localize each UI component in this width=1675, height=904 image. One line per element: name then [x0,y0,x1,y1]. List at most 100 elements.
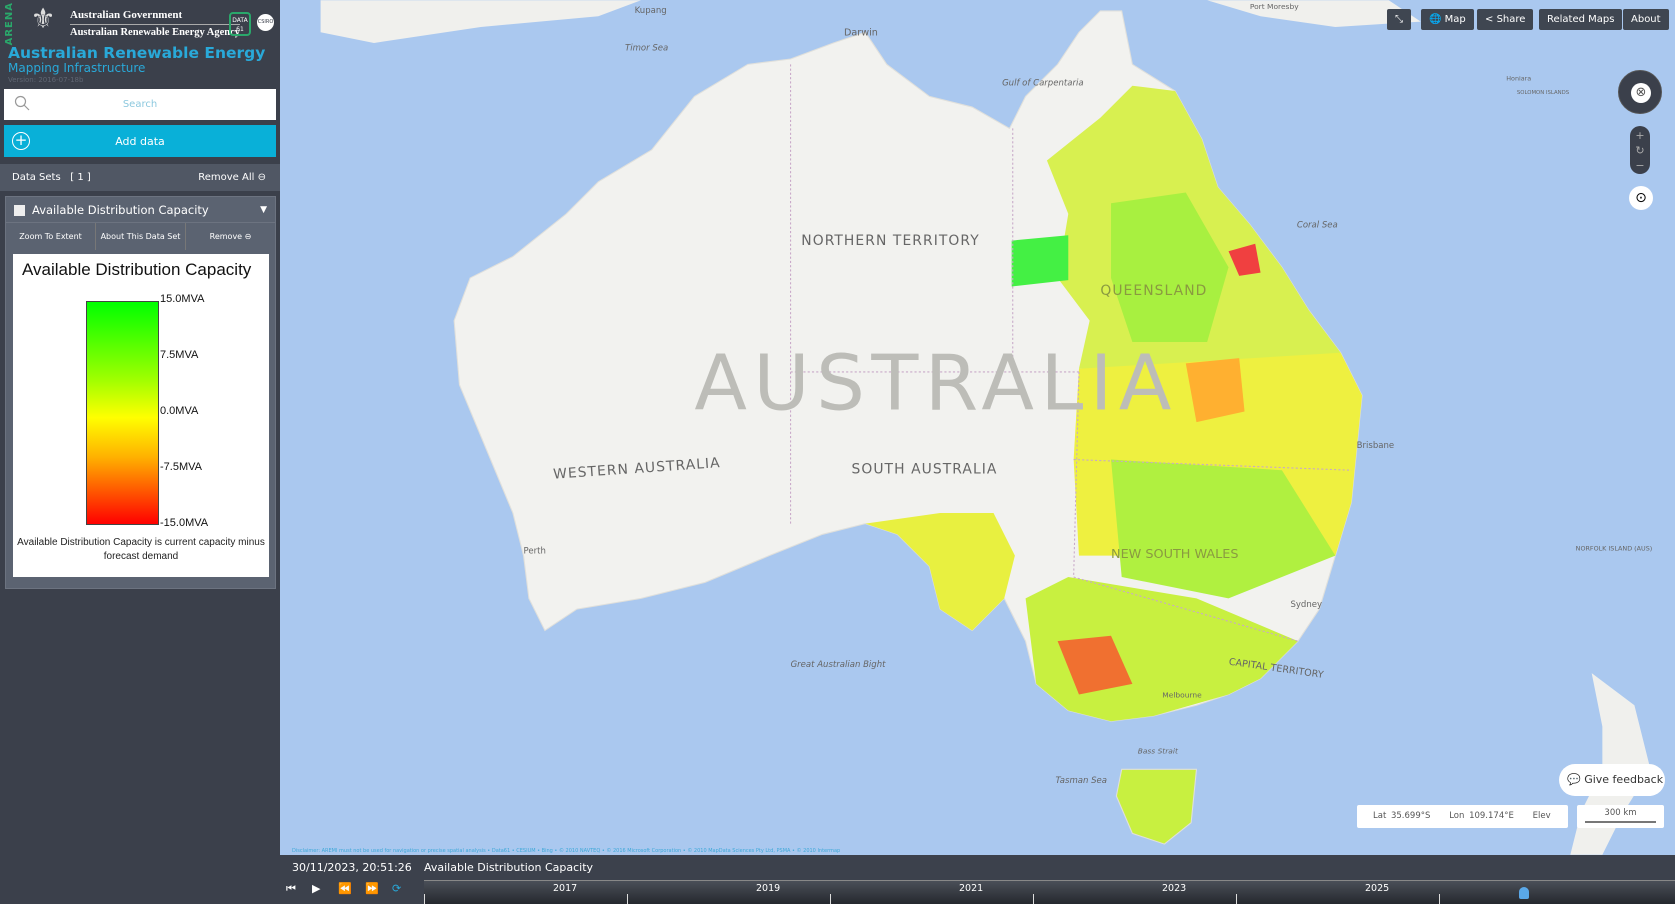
disclaimer-credits[interactable]: Disclaimer: AREMI must not be used for n… [292,848,840,854]
label-nsw: NEW SOUTH WALES [1111,547,1239,562]
rewind-button[interactable]: ⏪ [338,882,352,895]
datasets-count: [ 1 ] [70,172,91,183]
elev-label: Elev [1532,811,1551,821]
scale-label: 300 km [1604,808,1637,818]
plus-circle-icon: + [12,132,30,150]
map-viewer[interactable]: AUSTRALIA NORTHERN TERRITORY WESTERN AUS… [280,0,1675,855]
label-perth: Perth [524,547,546,557]
about-button[interactable]: About [1623,9,1669,30]
app-subtitle: Mapping Infrastructure [8,61,146,75]
fullscreen-collapse-button[interactable]: ⤡ [1387,9,1411,30]
lon-value: 109.174°E [1469,811,1514,821]
legend-tick: 7.5MVA [160,349,199,361]
lat-value: 35.699°S [1390,811,1431,821]
label-melbourne: Melbourne [1162,691,1202,700]
legend-title: Available Distribution Capacity [22,260,252,279]
dataset-panel: Available Distribution Capacity ▼ Zoom T… [5,196,276,589]
legend-tick: 0.0MVA [160,405,199,417]
dataset-visibility-checkbox[interactable] [14,205,25,216]
label-bight: Great Australian Bight [791,660,887,670]
reset-view-button[interactable]: ↻ [1630,143,1650,158]
sidebar: ARENA ⚜ Australian Government Australian… [0,0,280,904]
current-datetime: 30/11/2023, 20:51:26 [292,861,412,874]
search-icon [14,95,30,111]
zoom-to-extent-button[interactable]: Zoom To Extent [6,223,96,250]
related-maps-button[interactable]: Related Maps [1539,9,1623,30]
add-data-button[interactable]: + Add data [4,125,276,157]
label-bass: Bass Strait [1138,746,1179,755]
distance-scale: 300 km [1577,805,1664,828]
label-solomon: SOLOMON ISLANDS [1517,90,1570,96]
minus-circle-icon: ⊖ [257,172,266,183]
label-honiara: Honiara [1506,74,1531,82]
coordinate-readout: Lat 35.699°S Lon 109.174°E Elev [1357,805,1568,828]
fast-forward-button[interactable]: ⏩ [365,882,379,895]
timeline-marker[interactable] [1519,887,1529,899]
header-logos: ARENA ⚜ Australian Government Australian… [0,0,280,45]
zoom-in-button[interactable]: + [1630,128,1650,143]
remove-all-button[interactable]: Remove All ⊖ [198,164,266,191]
label-kupang: Kupang [635,6,667,16]
indonesia-islands [320,0,642,43]
remove-all-label: Remove All [198,172,255,183]
timeline-layer-name: Available Distribution Capacity [424,861,594,874]
compass-icon: ⊗ [1631,83,1651,103]
tick [1033,894,1034,904]
label-sa: SOUTH AUSTRALIA [851,461,997,477]
tick [1236,894,1237,904]
datasets-header: Data Sets [ 1 ] Remove All ⊖ [0,164,280,191]
app-title: Australian Renewable Energy [8,44,266,62]
remove-dataset-button[interactable]: Remove ⊖ [186,223,275,250]
lon-label: Lon [1449,811,1465,821]
legend-description: Available Distribution Capacity is curre… [17,537,265,562]
legend-tick: 15.0MVA [160,293,205,305]
year-label: 2019 [756,883,781,894]
legend: Available Distribution Capacity 15.0MVA … [13,254,269,577]
label-darwin: Darwin [844,27,878,38]
region-sa-coast [865,512,1015,631]
give-feedback-button[interactable]: 💬 Give feedback [1559,764,1665,796]
region-nt-green [1011,235,1069,287]
my-location-button[interactable]: ⊙ [1629,186,1653,210]
gov-line1: Australian Government [70,9,183,21]
collapse-icon: ⤡ [1395,14,1403,25]
version: Version: 2016-07-18b [8,76,84,84]
dataset-title-row[interactable]: Available Distribution Capacity ▼ [6,197,275,223]
play-button[interactable]: ▶ [312,882,320,895]
zoom-control: + ↻ − [1630,126,1650,174]
tick [1439,894,1440,904]
legend-tick: -7.5MVA [160,461,202,473]
remove-label: Remove [209,232,243,241]
search-input[interactable] [4,99,276,110]
tasmania [1115,768,1198,845]
year-label: 2021 [959,883,984,894]
timeline: 30/11/2023, 20:51:26 Available Distribut… [280,855,1675,904]
label-nt: NORTHERN TERRITORY [801,233,980,249]
caret-down-icon[interactable]: ▼ [260,197,267,223]
gov-line2: Australian Renewable Energy Agency [70,24,241,38]
about-dataset-button[interactable]: About This Data Set [96,223,186,250]
label-gulf: Gulf of Carpentaria [1002,79,1083,89]
loop-icon[interactable]: ⟳ [392,882,401,895]
compass-control[interactable]: ⊗ [1618,70,1662,114]
skip-start-button[interactable]: ⏮ [286,882,296,896]
add-data-label: Add data [115,134,165,148]
search-box [4,89,276,120]
label-brisbane: Brisbane [1357,441,1394,451]
datasets-label: Data Sets [12,172,61,183]
csiro-logo: CSIRO [257,14,274,31]
timeline-track[interactable]: 2017 2019 2021 2023 2025 [424,880,1675,904]
globe-icon: 🌐 [1429,14,1442,25]
year-label: 2025 [1365,883,1390,894]
share-button[interactable]: < Share [1477,9,1534,30]
zoom-out-button[interactable]: − [1630,158,1650,173]
label-norfolk: NORFOLK ISLAND (AUS) [1576,544,1653,552]
label-tasman: Tasman Sea [1055,776,1107,786]
legend-color-ramp [86,301,159,525]
tick [424,894,425,904]
crosshair-icon: ⊙ [1635,190,1647,206]
label-timor-sea: Timor Sea [625,43,668,53]
map-button[interactable]: 🌐 Map [1421,9,1474,30]
feedback-icon: 💬 [1567,773,1581,786]
year-label: 2017 [553,883,578,894]
